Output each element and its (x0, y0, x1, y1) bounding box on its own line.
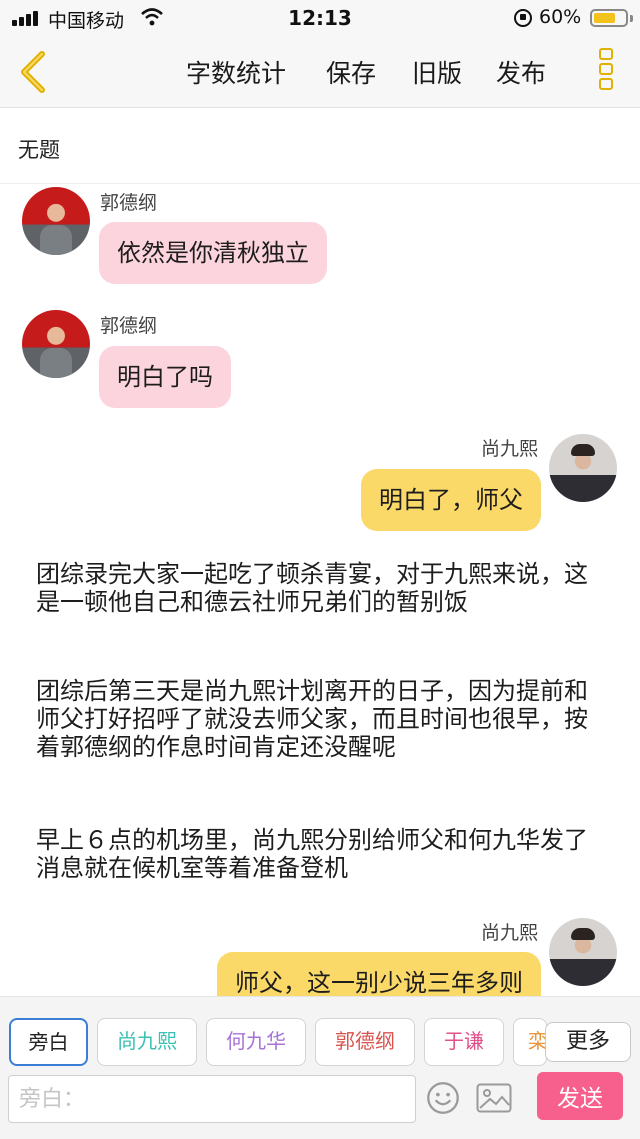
back-arrow-icon[interactable] (14, 50, 54, 94)
role-chip-he-jiuhua[interactable]: 何九华 (206, 1018, 306, 1066)
nav-bar: 字数统计 保存 旧版 发布 (0, 36, 640, 108)
send-button[interactable]: 发送 (537, 1072, 623, 1120)
publish-button[interactable]: 发布 (496, 54, 546, 90)
old-version-button[interactable]: 旧版 (412, 54, 462, 90)
avatar-guo-degang[interactable] (22, 187, 90, 255)
more-menu-icon[interactable] (596, 48, 616, 96)
narration-text[interactable]: 早上６点的机场里，尚九熙分别给师父和何九华发了消息就在候机室等着准备登机 (36, 826, 596, 882)
sender-name: 尚九熙 (480, 438, 538, 460)
title-row: 无题 (0, 109, 640, 184)
emoji-icon[interactable] (426, 1081, 460, 1115)
more-roles-button[interactable]: 更多 (545, 1022, 631, 1062)
sender-name: 尚九熙 (480, 922, 538, 944)
battery-percent: 60% (539, 6, 582, 28)
role-chip-yu-qian[interactable]: 于谦 (424, 1018, 504, 1066)
message-bubble[interactable]: 明白了，师父 (361, 469, 541, 531)
sender-name: 郭德纲 (100, 192, 158, 214)
avatar-guo-degang[interactable] (22, 310, 90, 378)
battery-icon (590, 9, 628, 27)
avatar-shang-jiuxi[interactable] (549, 434, 617, 502)
image-icon[interactable] (476, 1083, 512, 1113)
battery-tip (630, 15, 633, 22)
avatar-shang-jiuxi[interactable] (549, 918, 617, 986)
message-input[interactable] (8, 1075, 416, 1123)
message-bubble[interactable]: 明白了吗 (99, 346, 231, 408)
document-title[interactable]: 无题 (18, 134, 60, 164)
role-chip-luan[interactable]: 栾 (513, 1018, 547, 1066)
narration-text[interactable]: 团综录完大家一起吃了顿杀青宴，对于九熙来说，这是一顿他自己和德云社师兄弟们的暂别… (36, 560, 596, 616)
role-chip-narration[interactable]: 旁白 (9, 1018, 88, 1066)
role-chip-guo-degang[interactable]: 郭德纲 (315, 1018, 415, 1066)
role-chip-shang-jiuxi[interactable]: 尚九熙 (97, 1018, 197, 1066)
narration-text[interactable]: 团综后第三天是尚九熙计划离开的日子，因为提前和师父打好招呼了就没去师父家，而且时… (36, 677, 596, 761)
sender-name: 郭德纲 (100, 315, 158, 337)
word-count-button[interactable]: 字数统计 (186, 54, 286, 90)
save-button[interactable]: 保存 (326, 54, 376, 90)
rotation-lock-icon (514, 9, 532, 27)
message-bubble[interactable]: 依然是你清秋独立 (99, 222, 327, 284)
status-bar: 中国移动 12:13 60% (0, 0, 640, 36)
input-toolbar: 旁白 尚九熙 何九华 郭德纲 于谦 栾 更多 发送 (0, 996, 640, 1139)
